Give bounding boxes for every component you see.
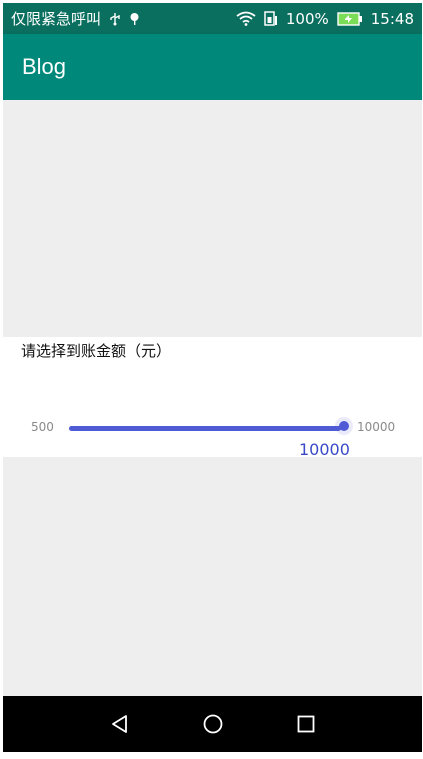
slider-value-label: 10000 bbox=[299, 440, 350, 459]
app-bar: Blog bbox=[3, 34, 422, 100]
home-button[interactable] bbox=[194, 705, 232, 743]
carrier-text: 仅限紧急呼叫 bbox=[11, 10, 102, 28]
app-title: Blog bbox=[22, 54, 67, 79]
status-right: 100% 15:48 bbox=[236, 10, 414, 28]
android-debug-icon bbox=[129, 12, 140, 26]
back-triangle-icon bbox=[111, 715, 127, 733]
status-left: 仅限紧急呼叫 bbox=[11, 8, 140, 29]
navigation-bar bbox=[3, 696, 422, 752]
status-bar: 仅限紧急呼叫 100% 15:48 bbox=[3, 3, 422, 34]
main-content: 请选择到账金额（元） 500 10000 10000 bbox=[3, 100, 422, 696]
slider-min-label: 500 bbox=[31, 420, 54, 434]
wifi-icon bbox=[236, 11, 256, 26]
back-button[interactable] bbox=[101, 705, 139, 743]
screen-frame: 仅限紧急呼叫 100% 15:48 Blog 请选择到账金额（元） 500 10… bbox=[0, 0, 423, 759]
recents-button[interactable] bbox=[287, 705, 325, 743]
battery-percent: 100% bbox=[285, 9, 329, 28]
home-circle-icon bbox=[203, 714, 222, 734]
amount-selector-card: 请选择到账金额（元） 500 10000 10000 bbox=[3, 337, 422, 459]
sim-icon bbox=[264, 11, 278, 26]
clock: 15:48 bbox=[370, 9, 414, 28]
amount-title: 请选择到账金额（元） bbox=[21, 342, 172, 360]
recents-square-icon bbox=[297, 715, 314, 733]
slider-fill bbox=[69, 426, 341, 431]
slider-max-label: 10000 bbox=[357, 420, 396, 434]
phone-screen: 仅限紧急呼叫 100% 15:48 Blog 请选择到账金额（元） 500 10… bbox=[3, 3, 422, 752]
amount-slider[interactable] bbox=[69, 426, 341, 431]
battery-charging-icon bbox=[337, 11, 363, 26]
usb-icon bbox=[109, 12, 121, 26]
slider-thumb[interactable] bbox=[339, 421, 349, 431]
